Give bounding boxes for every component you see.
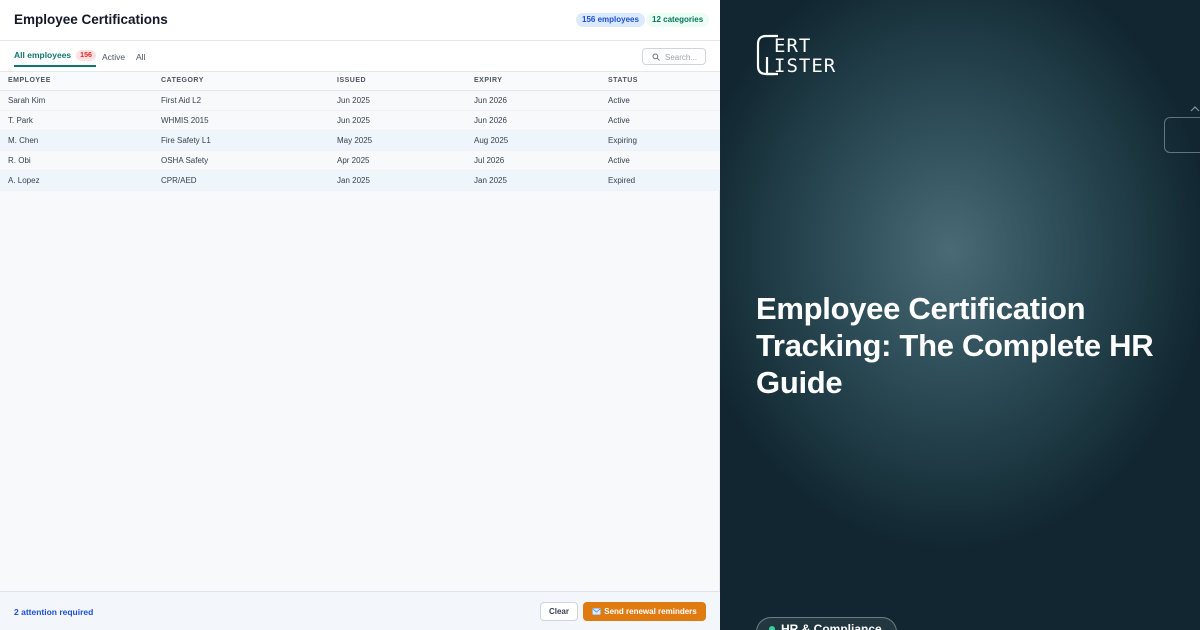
employee-cell: Sarah Kim [8,96,46,105]
categories-count-badge: 12 categories [646,13,710,27]
status-cell: Active [608,96,630,105]
table-row[interactable]: T. Park WHMIS 2015 Jun 2025 Jun 2026 Act… [0,111,720,131]
issued-cell: Jan 2025 [337,176,370,185]
employee-cell: A. Lopez [8,176,40,185]
app-header: Employee Certifications 156 employees 12… [0,0,720,41]
promo-panel: ERT ISTER Employee Certification Trackin… [720,0,1200,630]
category-cell: OSHA Safety [161,156,209,165]
status-dot-icon [769,626,775,630]
certifications-app: Employee Certifications 156 employees 12… [0,0,720,630]
svg-text:ERT: ERT [774,35,811,57]
search-box[interactable] [642,48,706,65]
send-button-label: Send renewal reminders [604,607,697,616]
certifications-table: EMPLOYEE CATEGORY ISSUED EXPIRY STATUS S… [0,72,720,191]
expiry-cell: Jun 2026 [474,116,507,125]
expiry-cell: Aug 2025 [474,136,509,145]
expiry-cell: Jan 2025 [474,176,507,185]
column-header-category[interactable]: CATEGORY [161,77,204,84]
send-renewal-reminders-button[interactable]: Send renewal reminders [583,602,706,621]
category-cell: WHMIS 2015 [161,116,209,125]
page-title: Employee Certifications [14,12,168,27]
tab-active[interactable]: Active [102,52,125,62]
clear-button[interactable]: Clear [540,602,578,621]
svg-text:ISTER: ISTER [774,55,836,77]
category-cell: Fire Safety L1 [161,136,211,145]
category-cell: First Aid L2 [161,96,202,105]
column-header-status[interactable]: STATUS [608,77,638,84]
table-header: EMPLOYEE CATEGORY ISSUED EXPIRY STATUS [0,72,720,91]
table-row[interactable]: R. Obi OSHA Safety Apr 2025 Jul 2026 Act… [0,151,720,171]
tab-label: All employees [14,50,72,60]
employees-count-badge: 156 employees [576,13,645,27]
category-tag-label: HR & Compliance [781,622,882,630]
tab-all[interactable]: All [136,52,145,62]
employee-cell: M. Chen [8,136,39,145]
action-footer: 2 attention required Clear Send renewal … [0,591,720,630]
column-header-employee[interactable]: EMPLOYEE [8,77,51,84]
arrow-up-icon [1190,106,1200,112]
tab-all-employees[interactable]: All employees 156 [14,50,96,67]
table-row[interactable]: M. Chen Fire Safety L1 May 2025 Aug 2025… [0,131,720,151]
tab-count-badge: 156 [76,50,96,61]
status-cell: Expired [608,176,636,185]
envelope-icon [592,608,602,615]
employee-cell: T. Park [8,116,33,125]
issued-cell: Apr 2025 [337,156,370,165]
table-body: Sarah Kim First Aid L2 Jun 2025 Jun 2026… [0,91,720,191]
cert-lister-logo: ERT ISTER [756,34,836,77]
attention-status: 2 attention required [14,607,94,617]
category-tag[interactable]: HR & Compliance [756,617,897,630]
promo-headline: Employee Certification Tracking: The Com… [756,291,1154,400]
search-icon [652,53,660,61]
table-row[interactable]: Sarah Kim First Aid L2 Jun 2025 Jun 2026… [0,91,720,111]
status-cell: Active [608,156,630,165]
table-row[interactable]: A. Lopez CPR/AED Jan 2025 Jan 2025 Expir… [0,171,720,191]
issued-cell: Jun 2025 [337,96,370,105]
column-header-expiry[interactable]: EXPIRY [474,77,502,84]
expiry-cell: Jul 2026 [474,156,505,165]
status-cell: Active [608,116,630,125]
search-input[interactable] [665,51,705,63]
issued-cell: May 2025 [337,136,373,145]
issued-cell: Jun 2025 [337,116,370,125]
filter-tabs: All employees 156 Active All [0,41,720,72]
decorative-frame [1164,117,1200,153]
column-header-issued[interactable]: ISSUED [337,77,366,84]
status-cell: Expiring [608,136,637,145]
employee-cell: R. Obi [8,156,31,165]
expiry-cell: Jun 2026 [474,96,507,105]
category-cell: CPR/AED [161,176,197,185]
